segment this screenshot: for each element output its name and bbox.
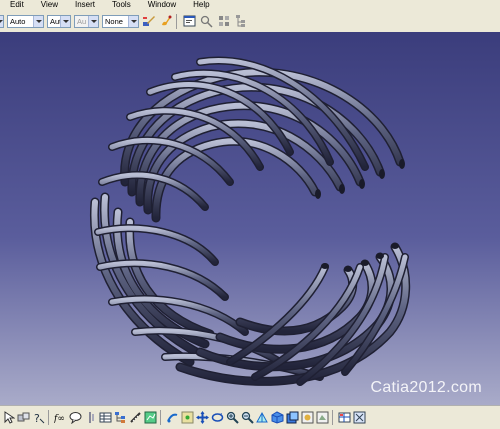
- snap-icon[interactable]: [17, 411, 30, 424]
- pan-icon[interactable]: [181, 411, 194, 424]
- properties-icon[interactable]: [183, 14, 197, 28]
- layer-dropdown[interactable]: None: [102, 14, 139, 28]
- chevron-down-icon: [60, 15, 70, 27]
- hide-icon[interactable]: [286, 411, 299, 424]
- tree-icon[interactable]: [234, 14, 248, 28]
- pointer-icon[interactable]: [2, 411, 15, 424]
- chevron-down-icon: [128, 15, 138, 27]
- menu-help[interactable]: Help: [183, 0, 216, 10]
- watermark-text: Catia2012.com: [370, 379, 482, 396]
- swap-icon[interactable]: [301, 411, 314, 424]
- menu-view[interactable]: View: [31, 0, 65, 10]
- linetype-dropdown[interactable]: Aut: [47, 14, 71, 28]
- split-icon[interactable]: [84, 411, 97, 424]
- help-icon[interactable]: ?: [32, 411, 45, 424]
- properties-toolbar: Auto Aut Au None: [0, 10, 500, 33]
- tree-expand-icon[interactable]: [114, 411, 127, 424]
- fullscreen-icon[interactable]: [353, 411, 366, 424]
- comment-icon[interactable]: [69, 411, 82, 424]
- svg-text:f∞: f∞: [54, 414, 65, 424]
- menu-tools[interactable]: Tools: [102, 0, 138, 10]
- shading-icon[interactable]: [271, 411, 284, 424]
- toolbar-separator: [332, 410, 333, 425]
- table-icon[interactable]: [99, 411, 112, 424]
- toolbar-separator: [176, 13, 177, 29]
- apply-icon[interactable]: [217, 14, 231, 28]
- zoom-in-icon[interactable]: [211, 411, 224, 424]
- bottom-toolbar: ? f∞: [0, 405, 500, 429]
- brush-icon[interactable]: [159, 14, 173, 28]
- helix-torus-model: [89, 56, 411, 386]
- rotate-icon[interactable]: [196, 411, 209, 424]
- 3d-viewport[interactable]: Catia2012.com: [0, 32, 500, 405]
- chevron-down-icon: [88, 15, 98, 27]
- menu-insert[interactable]: Insert: [65, 0, 102, 10]
- painter-icon[interactable]: [142, 14, 156, 28]
- toolbar-separator: [48, 410, 49, 425]
- menu-window[interactable]: Window: [138, 0, 183, 10]
- svg-text:?: ?: [34, 412, 40, 424]
- measure-icon[interactable]: [129, 411, 142, 424]
- iso-view-icon[interactable]: [256, 411, 269, 424]
- toolbar-separator: [160, 410, 161, 425]
- multi-view-icon[interactable]: [338, 411, 351, 424]
- chevron-down-icon: [33, 15, 43, 27]
- spec-icon[interactable]: [166, 411, 179, 424]
- lineweight-dropdown[interactable]: Au: [74, 14, 99, 28]
- apply-material-icon[interactable]: [316, 411, 329, 424]
- menu-bar: Edit View Insert Tools Window Help: [0, 0, 500, 10]
- transparency-dropdown[interactable]: Auto: [7, 14, 44, 28]
- normal-view-icon[interactable]: [241, 411, 254, 424]
- formula-icon[interactable]: f∞: [54, 411, 67, 424]
- pattern-icon[interactable]: [200, 14, 214, 28]
- zoom-out-icon[interactable]: [226, 411, 239, 424]
- menu-edit[interactable]: Edit: [0, 0, 31, 10]
- color-dropdown-arrow[interactable]: [0, 14, 4, 28]
- analysis-icon[interactable]: [144, 411, 157, 424]
